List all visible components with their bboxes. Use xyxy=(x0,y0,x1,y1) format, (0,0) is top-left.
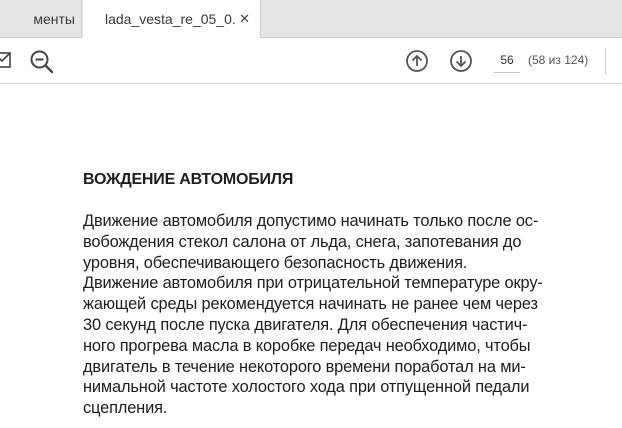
tab-bar: менты lada_vesta_re_05_0... ✕ xyxy=(0,0,622,39)
zoom-out-icon[interactable] xyxy=(29,49,55,75)
text-line: Движение автомобиля при отрицательной те… xyxy=(83,274,543,293)
section-heading: ВОЖДЕНИЕ АВТОМОБИЛЯ xyxy=(83,171,294,188)
text-line: ного прогрева масла в коробке передач не… xyxy=(83,336,531,355)
text-line: уровня, обеспечивающего безопасность дви… xyxy=(83,253,468,272)
page-count-label: (58 из 124) xyxy=(528,53,589,67)
text-line: сцепления. xyxy=(83,399,168,418)
tab-active-document[interactable]: lada_vesta_re_05_0... ✕ xyxy=(83,0,261,39)
toolbar-divider xyxy=(605,48,606,74)
arrow-down-circle-icon[interactable] xyxy=(449,49,473,73)
text-line: 30 секунд после пуска двигателя. Для обе… xyxy=(83,315,528,334)
toolbar: (58 из 124) xyxy=(0,38,622,84)
close-icon[interactable]: ✕ xyxy=(239,0,250,38)
tab-active-label: lada_vesta_re_05_0... xyxy=(105,11,235,27)
text-line: вобождения стекол салона от льда, снега,… xyxy=(83,232,522,251)
mail-icon[interactable] xyxy=(0,50,12,72)
page-number-input[interactable] xyxy=(494,48,520,73)
body-text: Движение автомобиля допустимо начинать т… xyxy=(83,211,603,419)
text-line: жающей среды рекомендуется начинать не р… xyxy=(83,295,538,314)
tab-previous-label: менты xyxy=(33,11,75,27)
tab-previous-document[interactable]: менты xyxy=(0,0,82,38)
text-line: двигатель в течение некоторого времени п… xyxy=(83,357,526,376)
arrow-up-circle-icon[interactable] xyxy=(405,49,429,73)
text-line: Движение автомобиля допустимо начинать т… xyxy=(83,212,539,230)
document-page: ВОЖДЕНИЕ АВТОМОБИЛЯ Движение автомобиля … xyxy=(0,84,622,428)
text-line: нимальной частоте холостого хода при отп… xyxy=(83,378,530,397)
